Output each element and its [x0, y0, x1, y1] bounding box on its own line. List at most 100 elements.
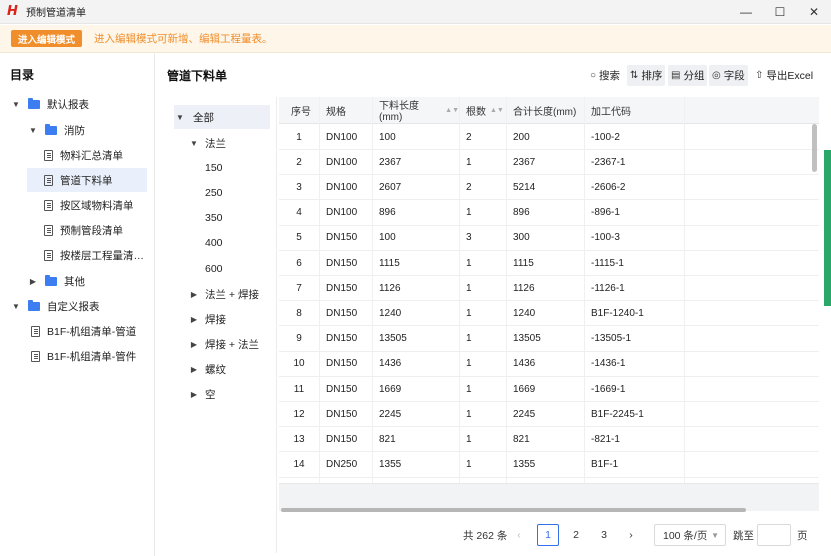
- table-row[interactable]: 12 DN150 2245 1 2245 B1F-2245-1: [279, 402, 819, 428]
- cell-spec: DN150: [326, 383, 358, 395]
- cell-count: 1: [466, 282, 472, 294]
- caret-right-icon[interactable]: ▶: [188, 315, 200, 324]
- caret-down-icon[interactable]: ▼: [10, 302, 22, 311]
- table-row[interactable]: 7 DN150 1126 1 1126 -1126-1: [279, 276, 819, 302]
- table-row[interactable]: 8 DN150 1240 1 1240 B1F-1240-1: [279, 301, 819, 327]
- table-row[interactable]: 3 DN100 2607 2 5214 -2606-2: [279, 175, 819, 201]
- table-vertical-scroll-thumb[interactable]: [812, 124, 817, 172]
- group-button[interactable]: ▤ 分组: [668, 65, 708, 86]
- cell-total-length: 1115: [513, 257, 534, 269]
- maximize-button[interactable]: ☐: [763, 0, 797, 24]
- tree-item-default-reports[interactable]: ▼ 默认报表: [10, 92, 150, 116]
- tree-item-custom-reports[interactable]: ▼ 自定义报表: [10, 294, 150, 318]
- page-button-2[interactable]: 2: [565, 524, 587, 546]
- cell-index: 5: [296, 232, 302, 244]
- next-page-button[interactable]: ›: [620, 524, 642, 546]
- caret-down-icon[interactable]: ▼: [27, 126, 39, 135]
- cell-count: 1: [466, 333, 472, 345]
- column-header-index[interactable]: 序号: [284, 97, 320, 123]
- cell-process-code: -1126-1: [591, 282, 625, 294]
- cell-process-code: B1F-1: [591, 459, 619, 471]
- cell-process-code: -1436-1: [591, 358, 626, 370]
- table-row[interactable]: 13 DN150 821 1 821 -821-1: [279, 427, 819, 453]
- filter-item-weld-flange[interactable]: ▶ 焊接 + 法兰: [188, 332, 276, 356]
- page-size-select[interactable]: 100 条/页 ▼: [654, 524, 726, 546]
- filter-item-weld[interactable]: ▶ 焊接: [188, 307, 276, 331]
- tree-item-b1f-unit-fittings[interactable]: B1F-机组清单-管件: [31, 344, 151, 368]
- filter-item-empty[interactable]: ▶ 空: [188, 382, 276, 406]
- column-header-cut-length[interactable]: 下料长度(mm) ▲▼: [372, 97, 459, 123]
- table-horizontal-scrollbar[interactable]: [279, 483, 819, 512]
- caret-right-icon[interactable]: ▶: [188, 340, 200, 349]
- tree-item-label: B1F-机组清单-管件: [47, 350, 137, 363]
- table-row[interactable]: 2 DN100 2367 1 2367 -2367-1: [279, 150, 819, 176]
- filter-item-all[interactable]: ▼ 全部: [174, 105, 270, 129]
- cell-cut-length: 100: [379, 131, 396, 143]
- search-button[interactable]: ○ 搜索: [587, 65, 623, 86]
- caret-down-icon[interactable]: ▼: [188, 139, 200, 148]
- filter-item-flange[interactable]: ▼ 法兰: [188, 131, 268, 155]
- table-row[interactable]: 1 DN100 100 2 200 -100-2: [279, 125, 819, 150]
- table-row[interactable]: 4 DN100 896 1 896 -896-1: [279, 201, 819, 226]
- cell-cut-length: 2607: [379, 181, 402, 193]
- cell-index: 8: [296, 307, 302, 319]
- caret-right-icon[interactable]: ▶: [27, 277, 39, 286]
- filter-item-thread[interactable]: ▶ 螺纹: [188, 357, 276, 381]
- caret-down-icon[interactable]: ▼: [10, 100, 22, 109]
- cell-total-length: 1436: [513, 358, 536, 370]
- page-button-1[interactable]: 1: [537, 524, 559, 546]
- column-header-total-length[interactable]: 合计长度(mm): [506, 97, 584, 123]
- cell-count: 1: [466, 383, 472, 395]
- tree-item-area-material[interactable]: 按区域物料清单: [44, 193, 147, 217]
- prev-page-button[interactable]: ‹: [508, 524, 530, 546]
- export-excel-button[interactable]: ⇧ 导出Excel: [752, 65, 816, 86]
- minimize-button[interactable]: —: [729, 0, 763, 24]
- search-label: 搜索: [599, 70, 621, 82]
- caret-right-icon[interactable]: ▶: [188, 365, 200, 374]
- fields-button[interactable]: ◎ 字段: [709, 65, 748, 86]
- table-row[interactable]: 9 DN150 13505 1 13505 -13505-1: [279, 327, 819, 352]
- cell-process-code: -896-1: [591, 207, 620, 219]
- table-row[interactable]: 10 DN150 1436 1 1436 -1436-1: [279, 352, 819, 377]
- side-panel-edge: [824, 150, 831, 306]
- horizontal-scroll-thumb[interactable]: [281, 508, 746, 512]
- sort-arrows-icon[interactable]: ▲▼: [490, 107, 504, 114]
- filter-item-150[interactable]: 150: [205, 156, 265, 180]
- tree-item-floor-quantities[interactable]: 按楼层工程量清…: [44, 243, 147, 267]
- caret-down-icon[interactable]: ▼: [174, 113, 186, 122]
- jump-to-page-input[interactable]: [757, 524, 791, 546]
- filter-item-250[interactable]: 250: [205, 181, 265, 205]
- cell-spec: DN150: [326, 307, 358, 319]
- filter-item-350[interactable]: 350: [205, 206, 265, 230]
- cell-count: 1: [466, 307, 472, 319]
- tree-item-fire[interactable]: ▼ 消防: [27, 118, 147, 142]
- enter-edit-mode-button[interactable]: 进入编辑模式: [11, 30, 83, 47]
- column-header-process-code[interactable]: 加工代码: [584, 97, 684, 123]
- folder-icon: [28, 299, 40, 311]
- tree-item-material-summary[interactable]: 物料汇总清单: [44, 143, 147, 167]
- table-row[interactable]: 6 DN150 1115 1 1115 -1115-1: [279, 251, 819, 276]
- table-row[interactable]: 14 DN250 1355 1 1355 B1F-1: [279, 453, 819, 478]
- column-header-spec[interactable]: 规格: [319, 97, 372, 123]
- tree-item-other[interactable]: ▶ 其他: [27, 269, 147, 293]
- page-size-value: 100 条/页: [663, 529, 708, 542]
- sort-button[interactable]: ⇅ 排序: [627, 65, 666, 86]
- filter-item-flange-weld[interactable]: ▶ 法兰 + 焊接: [188, 282, 276, 306]
- column-header-count[interactable]: 根数 ▲▼: [459, 97, 506, 123]
- tree-item-prefab-segments[interactable]: 预制管段清单: [44, 218, 147, 242]
- filter-item-600[interactable]: 600: [205, 257, 265, 281]
- tree-item-pipe-cutting-list[interactable]: 管道下料单: [27, 168, 147, 192]
- table-row[interactable]: 5 DN150 100 3 300 -100-3: [279, 226, 819, 251]
- page-button-3[interactable]: 3: [593, 524, 615, 546]
- filter-item-label: 法兰 + 焊接: [205, 288, 259, 301]
- tree-item-b1f-unit-pipes[interactable]: B1F-机组清单-管道: [31, 319, 151, 343]
- window-title-bar: H 预制管道清单 — ☐ ✕: [0, 0, 831, 24]
- caret-right-icon[interactable]: ▶: [188, 390, 200, 399]
- document-icon: [44, 249, 53, 261]
- table-row[interactable]: 11 DN150 1669 1 1669 -1669-1: [279, 377, 819, 402]
- cell-total-length: 300: [513, 232, 530, 244]
- caret-right-icon[interactable]: ▶: [188, 290, 200, 299]
- close-button[interactable]: ✕: [797, 0, 831, 24]
- filter-item-400[interactable]: 400: [205, 231, 265, 255]
- sort-arrows-icon[interactable]: ▲▼: [445, 107, 459, 114]
